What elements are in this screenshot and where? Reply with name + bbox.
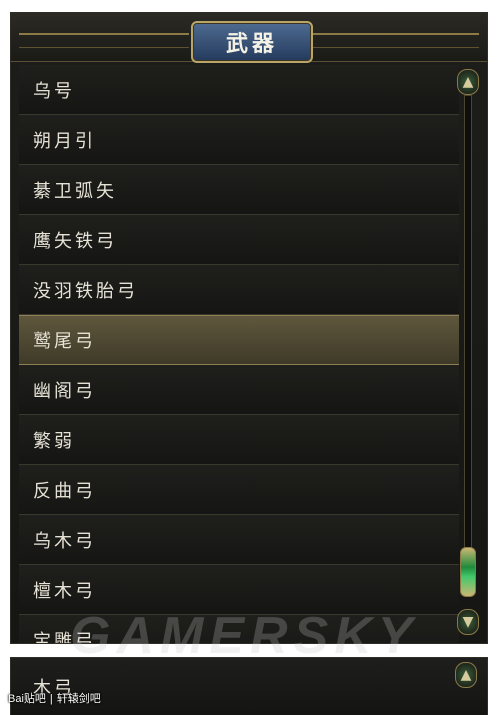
source-forum: 轩辕剑吧 [56, 693, 101, 705]
list-item[interactable]: 乌号 [19, 65, 459, 115]
list-item-selected[interactable]: 鹫尾弓 [19, 315, 459, 365]
list-item[interactable]: 檀木弓 [19, 565, 459, 615]
item-label: 没羽铁胎弓 [33, 280, 138, 302]
item-label: 朔月引 [33, 130, 96, 152]
weapon-list-panel: 武器 乌号 朔月引 綦卫弧矢 鹰矢铁弓 没羽铁胎弓 鹫尾弓 幽阁弓 繁弱 反曲弓… [10, 12, 488, 644]
up-arrow-icon[interactable]: ▲ [457, 69, 479, 95]
item-label: 綦卫弧矢 [33, 180, 117, 202]
list-item[interactable]: 綦卫弧矢 [19, 165, 459, 215]
list-item[interactable]: 反曲弓 [19, 465, 459, 515]
source-brand: Bai [8, 693, 24, 705]
header-ornament-right [309, 33, 479, 48]
list-item[interactable]: 没羽铁胎弓 [19, 265, 459, 315]
list-item[interactable]: 乌木弓 [19, 515, 459, 565]
list-item[interactable]: 鹰矢铁弓 [19, 215, 459, 265]
scroll-thumb[interactable] [460, 547, 476, 597]
down-arrow-icon[interactable]: ▼ [457, 609, 479, 635]
weapon-list: 乌号 朔月引 綦卫弧矢 鹰矢铁弓 没羽铁胎弓 鹫尾弓 幽阁弓 繁弱 反曲弓 乌木… [19, 65, 459, 644]
item-label: 鹫尾弓 [33, 331, 96, 352]
item-label: 鹰矢铁弓 [33, 230, 117, 252]
header-ornament-left [19, 33, 189, 48]
list-item[interactable]: 朔月引 [19, 115, 459, 165]
item-label: 檀木弓 [33, 580, 96, 602]
panel-title: 武器 [225, 31, 278, 57]
list-item[interactable]: 宝雕弓 [19, 615, 459, 644]
separator: | [49, 693, 53, 705]
scroll-track[interactable] [464, 95, 472, 577]
item-label: 幽阁弓 [33, 380, 96, 402]
item-label: 繁弱 [33, 430, 75, 452]
list-item[interactable]: 繁弱 [19, 415, 459, 465]
item-label: 乌木弓 [33, 530, 96, 552]
item-label: 宝雕弓 [33, 630, 96, 644]
item-label: 反曲弓 [33, 480, 96, 502]
game-ui-root: 武器 乌号 朔月引 綦卫弧矢 鹰矢铁弓 没羽铁胎弓 鹫尾弓 幽阁弓 繁弱 反曲弓… [0, 0, 497, 715]
list-item[interactable]: 木弓 [19, 658, 459, 715]
list-item[interactable]: 幽阁弓 [19, 365, 459, 415]
panel-header: 武器 [11, 13, 487, 63]
source-channel: 贴吧 [23, 693, 46, 705]
item-label: 乌号 [33, 80, 75, 102]
scrollbar[interactable]: ▲ ▼ [457, 69, 479, 639]
title-plate: 武器 [191, 21, 313, 63]
source-tag: Bai贴吧 | 轩辕剑吧 [8, 690, 101, 706]
weapon-list-panel-lower: 木弓 ▲ [10, 657, 488, 715]
up-arrow-icon[interactable]: ▲ [455, 662, 477, 688]
